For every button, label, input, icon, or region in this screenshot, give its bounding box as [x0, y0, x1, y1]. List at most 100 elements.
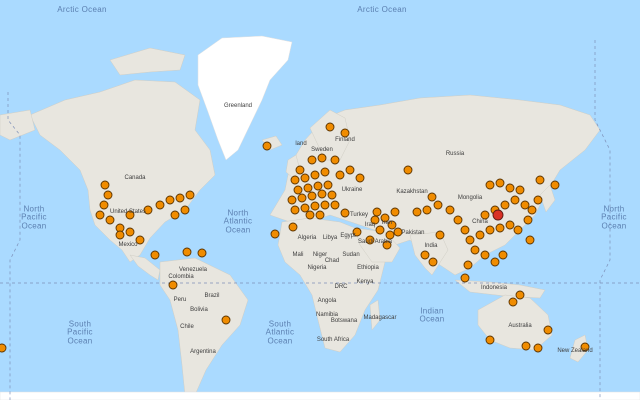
location-marker [100, 180, 110, 190]
location-marker [290, 175, 300, 185]
location-marker [505, 183, 515, 193]
location-marker [375, 225, 385, 235]
location-marker [355, 173, 365, 183]
location-marker [185, 190, 195, 200]
alaska-landmass [0, 109, 36, 141]
country-label: United States [109, 208, 147, 215]
location-marker [300, 173, 310, 183]
ocean-label-indian: Indian Ocean [419, 306, 445, 324]
location-marker [453, 215, 463, 225]
ocean-label-south-pacific: South Pacific Ocean [67, 319, 93, 346]
arctic-islands-landmass [109, 47, 186, 76]
location-marker [475, 230, 485, 240]
location-marker [221, 315, 231, 325]
location-marker [287, 195, 297, 205]
location-marker [533, 343, 543, 353]
country-label: Mongolia [457, 194, 483, 201]
location-marker [490, 257, 500, 267]
world-map[interactable]: Arctic Ocean Arctic Ocean North Atlantic… [0, 0, 640, 400]
location-marker [403, 165, 413, 175]
country-label: Ethiopia [357, 264, 379, 271]
location-marker [372, 207, 382, 217]
country-label: Mali [292, 251, 304, 258]
location-marker [180, 205, 190, 215]
location-marker [270, 229, 280, 239]
ocean-label-north-pacific-west: North Pacific Ocean [21, 204, 47, 231]
location-marker [103, 190, 113, 200]
country-label: Bolivia [190, 306, 208, 313]
country-label: Venezuela [178, 266, 208, 273]
location-marker [515, 290, 525, 300]
location-marker [340, 128, 350, 138]
location-marker [315, 210, 325, 220]
location-marker [428, 257, 438, 267]
location-marker [521, 341, 531, 351]
location-marker [515, 185, 525, 195]
country-label: Peru [173, 296, 187, 303]
location-marker [0, 343, 7, 353]
location-marker [510, 195, 520, 205]
country-label: Iraq [364, 221, 376, 228]
location-marker [327, 190, 337, 200]
location-marker [533, 195, 543, 205]
location-marker [105, 215, 115, 225]
location-marker [543, 325, 553, 335]
location-marker [170, 210, 180, 220]
country-label: South Africa [316, 336, 350, 343]
location-marker [320, 200, 330, 210]
location-marker [307, 155, 317, 165]
location-marker [155, 200, 165, 210]
location-marker [330, 155, 340, 165]
location-marker [385, 230, 395, 240]
location-marker [345, 165, 355, 175]
location-marker [525, 235, 535, 245]
country-label: Sudan [342, 251, 360, 258]
location-marker [390, 207, 400, 217]
location-marker [535, 175, 545, 185]
location-marker [303, 183, 313, 193]
country-label: Algeria [297, 234, 317, 241]
country-label: DRC [334, 283, 348, 290]
location-marker [325, 122, 335, 132]
location-marker [485, 335, 495, 345]
location-marker [420, 250, 430, 260]
location-marker [508, 297, 518, 307]
country-label: Mexico [118, 241, 138, 248]
location-marker [460, 225, 470, 235]
location-marker [95, 210, 105, 220]
location-marker [310, 170, 320, 180]
location-marker [412, 207, 422, 217]
location-marker [323, 180, 333, 190]
location-marker [297, 193, 307, 203]
country-label: Colombia [168, 273, 194, 280]
country-label: Chile [180, 323, 194, 330]
location-marker [305, 210, 315, 220]
location-marker [520, 200, 530, 210]
location-marker [498, 250, 508, 260]
country-label: Botswana [330, 317, 358, 324]
location-marker [427, 192, 437, 202]
location-marker [513, 225, 523, 235]
country-label: China [472, 218, 488, 225]
highlighted-location-marker [492, 209, 504, 221]
location-marker [313, 181, 323, 191]
location-marker [463, 260, 473, 270]
location-marker [288, 222, 298, 232]
location-marker [550, 180, 560, 190]
location-marker [168, 280, 178, 290]
location-marker [293, 185, 303, 195]
country-label: Russia [445, 150, 465, 157]
location-marker [527, 205, 537, 215]
location-marker [335, 170, 345, 180]
location-marker [485, 180, 495, 190]
country-label: Libya [322, 234, 338, 241]
country-label: Ukraine [341, 186, 363, 193]
location-marker [197, 248, 207, 258]
country-label: Kenya [356, 278, 374, 285]
location-marker [480, 250, 490, 260]
country-label: Greenland [223, 102, 253, 109]
country-label: Argentina [190, 348, 216, 355]
location-marker [495, 223, 505, 233]
country-label: New Zealand [557, 347, 593, 354]
country-label: Pakistan [401, 229, 425, 236]
